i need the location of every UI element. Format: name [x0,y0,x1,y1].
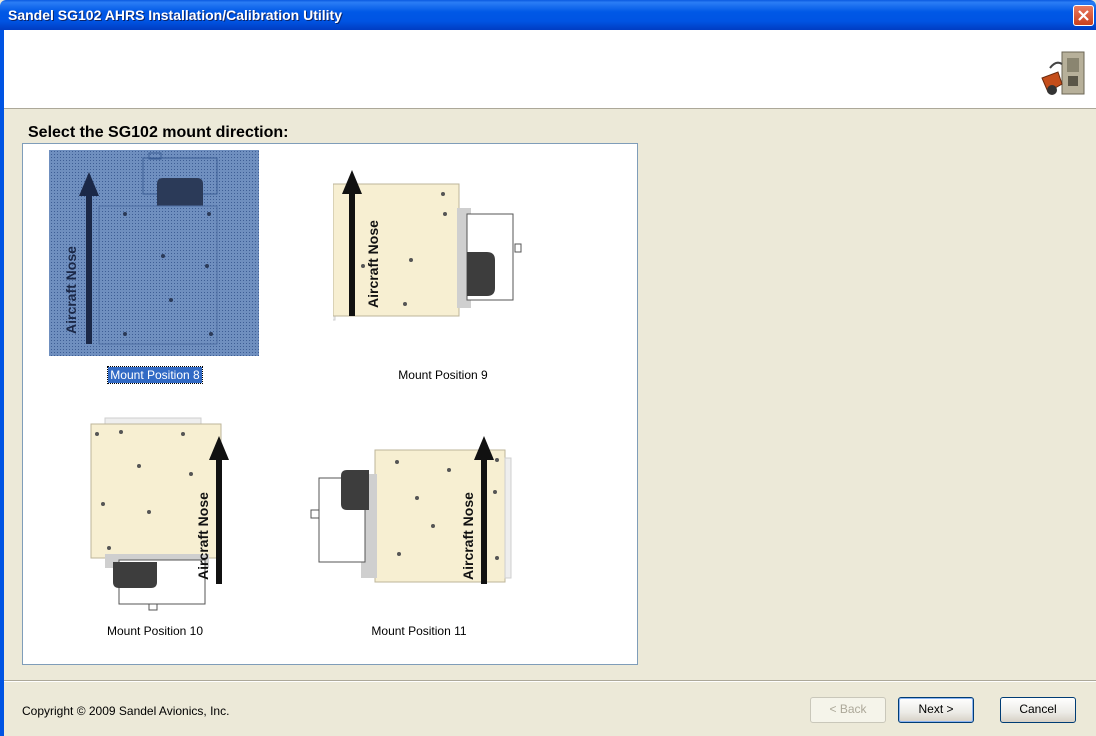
mount-position-10[interactable]: Aircraft Nose Mount Position 10 [45,414,265,654]
back-button[interactable]: < Back [810,697,886,723]
close-icon [1078,10,1089,21]
mount-position-8[interactable]: Aircraft Nose Mount Position 8 [45,148,265,388]
mount-position-9[interactable]: Aircraft Nose Mount Position 9 [333,148,553,388]
mount-position-8-arrow-label: Aircraft Nose [63,246,79,334]
mount-position-8-image: Aircraft Nose [45,148,265,368]
mount-position-9-arrow-label: Aircraft Nose [365,220,381,308]
ahrs-device-icon [1038,48,1088,103]
prompt-label: Select the SG102 mount direction: [28,124,289,141]
cancel-button[interactable]: Cancel [1000,697,1076,723]
mount-position-10-label: Mount Position 10 [106,624,204,638]
footer-divider [4,680,1096,682]
title-bar[interactable]: Sandel SG102 AHRS Installation/Calibrati… [0,0,1096,30]
copyright-text: Copyright © 2009 Sandel Avionics, Inc. [22,704,230,718]
close-button[interactable] [1073,5,1094,26]
mount-position-9-image: Aircraft Nose [333,148,553,368]
mount-position-10-image: Aircraft Nose [45,414,265,634]
window-title: Sandel SG102 AHRS Installation/Calibrati… [8,7,342,23]
mount-position-11-arrow-label: Aircraft Nose [460,492,476,580]
mount-position-10-arrow-label: Aircraft Nose [195,492,211,580]
mount-position-11-image: Aircraft Nose [309,414,529,634]
next-button[interactable]: Next > [898,697,974,723]
mount-position-8-label: Mount Position 8 [107,366,203,384]
wizard-header [4,30,1096,109]
window-frame [0,30,4,736]
mount-position-11[interactable]: Aircraft Nose Mount Position 11 [309,414,529,654]
mount-position-list[interactable]: Aircraft Nose Mount Position 8 Aircraft … [22,143,638,665]
mount-position-9-label: Mount Position 9 [398,368,488,382]
mount-position-11-label: Mount Position 11 [371,624,467,638]
